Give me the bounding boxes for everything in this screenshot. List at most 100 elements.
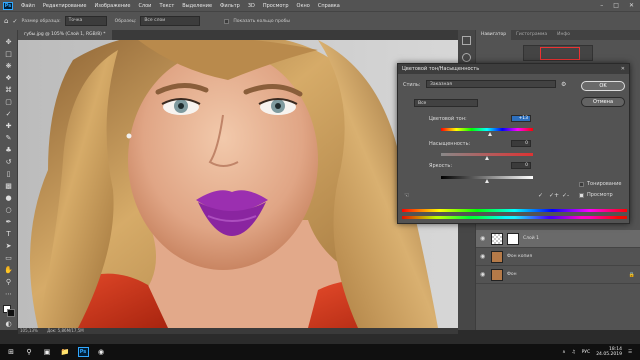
menu-file[interactable]: Файл <box>17 3 39 9</box>
healing-brush-icon[interactable]: ✚ <box>3 122 14 131</box>
navigator-thumbnail[interactable] <box>523 45 593 61</box>
zoom-tool-icon[interactable]: ⚲ <box>3 278 14 287</box>
tab-navigator[interactable]: Навигатор <box>476 30 512 40</box>
menu-help[interactable]: Справка <box>314 3 344 9</box>
search-icon[interactable]: ⚲ <box>22 345 36 359</box>
lock-icon: 🔒 <box>628 271 635 278</box>
visibility-eye-icon[interactable]: ◉ <box>480 271 487 278</box>
file-explorer-icon[interactable]: 📁 <box>58 345 72 359</box>
quick-select-tool-icon[interactable]: ❖ <box>3 74 14 83</box>
gradient-tool-icon[interactable]: ▩ <box>3 182 14 191</box>
hue-value[interactable]: +13 <box>511 115 531 122</box>
sample-select[interactable]: Все слои <box>140 16 201 26</box>
layer-row[interactable]: ◉ Фон 🔒 <box>476 266 640 284</box>
eyedropper-icon[interactable]: ✓ <box>538 192 543 199</box>
cancel-button[interactable]: Отмена <box>581 97 625 107</box>
volume-icon[interactable]: ♫ <box>572 350 576 355</box>
dodge-tool-icon[interactable]: ○ <box>3 206 14 215</box>
show-ring-checkbox[interactable] <box>224 18 230 24</box>
menu-filter[interactable]: Фильтр <box>216 3 244 9</box>
saturation-slider-thumb[interactable] <box>484 156 489 160</box>
eyedropper-minus-icon[interactable]: ✓- <box>562 192 569 199</box>
taskbar-photoshop[interactable]: Ps <box>76 345 90 359</box>
channel-select[interactable]: Все <box>414 99 478 107</box>
lasso-tool-icon[interactable]: ❋ <box>3 62 14 71</box>
browser-icon[interactable]: ◉ <box>94 345 108 359</box>
brush-tool-icon[interactable]: ✎ <box>3 134 14 143</box>
lightness-label: Яркость: <box>429 163 453 169</box>
task-view-icon[interactable]: ▣ <box>40 345 54 359</box>
history-brush-icon[interactable]: ↺ <box>3 158 14 167</box>
hue-slider-thumb[interactable] <box>488 132 493 136</box>
tray-arrow-icon[interactable]: ∧ <box>562 350 565 355</box>
visibility-eye-icon[interactable]: ◉ <box>480 253 487 260</box>
notifications-icon[interactable]: ☰ <box>628 350 632 355</box>
menu-window[interactable]: Окно <box>293 3 314 9</box>
photoshop-logo: Ps <box>3 1 13 10</box>
crop-tool-icon[interactable]: ⌘ <box>3 86 14 95</box>
preset-select[interactable]: Заказная <box>426 80 556 88</box>
eyedropper-tool-icon[interactable]: ✓ <box>12 18 17 25</box>
panel-toggle-icon[interactable] <box>462 36 471 45</box>
blur-tool-icon[interactable]: ● <box>3 194 14 203</box>
minimize-icon[interactable]: – <box>600 2 603 9</box>
menu-layers[interactable]: Слои <box>134 3 155 9</box>
frame-tool-icon[interactable]: ▢ <box>3 98 14 107</box>
visibility-eye-icon[interactable]: ◉ <box>480 235 487 242</box>
stamp-tool-icon[interactable]: ♣ <box>3 146 14 155</box>
colorize-label: Тонирование <box>587 181 622 187</box>
menu-edit[interactable]: Редактирование <box>39 3 91 9</box>
layer-mask-thumb[interactable] <box>507 232 519 245</box>
color-swatches[interactable] <box>2 305 15 317</box>
layer-name[interactable]: Фон копия <box>507 254 532 259</box>
move-tool-icon[interactable]: ✥ <box>3 38 14 47</box>
home-icon[interactable]: ⌂ <box>4 17 8 25</box>
tab-histogram[interactable]: Гистограмма <box>511 30 552 40</box>
sample-size-select[interactable]: Точка <box>64 16 107 26</box>
more-tools-icon[interactable]: ⋯ <box>3 290 14 299</box>
layer-row[interactable]: ◉ Фон копия <box>476 248 640 266</box>
input-color-bar <box>402 209 627 212</box>
eraser-tool-icon[interactable]: ▯ <box>3 170 14 179</box>
layer-name[interactable]: Слой 1 <box>523 236 539 241</box>
keyboard-language[interactable]: РУС <box>582 350 591 355</box>
preview-checkbox[interactable] <box>579 193 584 198</box>
preset-gear-icon[interactable]: ⚙ <box>561 81 566 88</box>
eyedropper-plus-icon[interactable]: ✓+ <box>549 192 559 199</box>
document-tab[interactable]: губы.jpg @ 105% (Слой 1, RGB/8) * <box>18 30 112 40</box>
saturation-value[interactable]: 0 <box>511 140 531 147</box>
ok-button[interactable]: OK <box>581 81 625 91</box>
marquee-tool-icon[interactable]: □ <box>3 50 14 59</box>
clock[interactable]: 18:14 24.05.2019 <box>596 347 622 357</box>
menu-3d[interactable]: 3D <box>244 3 259 9</box>
close-icon[interactable]: ✕ <box>621 66 625 72</box>
eyedropper-icon[interactable]: ✓ <box>3 110 14 119</box>
menu-text[interactable]: Текст <box>155 3 178 9</box>
menu-select[interactable]: Выделение <box>178 3 216 9</box>
pen-tool-icon[interactable]: ✒ <box>3 218 14 227</box>
menu-view[interactable]: Просмотр <box>259 3 293 9</box>
quick-mask-icon[interactable]: ◐ <box>3 320 14 329</box>
lightness-value[interactable]: 0 <box>511 162 531 169</box>
canvas-area[interactable] <box>18 40 458 328</box>
maximize-icon[interactable]: □ <box>613 2 619 9</box>
navigator-view-box[interactable] <box>540 47 580 60</box>
close-window-icon[interactable]: ✕ <box>629 2 634 9</box>
lightness-slider-thumb[interactable] <box>484 179 489 183</box>
background-color[interactable] <box>6 309 15 317</box>
colorize-checkbox[interactable] <box>579 182 584 187</box>
target-adjust-icon[interactable]: ☜ <box>404 192 409 199</box>
shape-tool-icon[interactable]: ▭ <box>3 254 14 263</box>
menu-image[interactable]: Изображение <box>90 3 134 9</box>
type-tool-icon[interactable]: T <box>3 230 14 239</box>
path-select-icon[interactable]: ➤ <box>3 242 14 251</box>
tab-info[interactable]: Инфо <box>552 30 575 40</box>
history-panel-icon[interactable] <box>462 53 471 62</box>
windows-start-icon[interactable]: ⊞ <box>4 345 18 359</box>
dialog-titlebar[interactable]: Цветовой тон/Насыщенность ✕ <box>398 64 629 74</box>
layer-name[interactable]: Фон <box>507 272 517 277</box>
hand-tool-icon[interactable]: ✋ <box>3 266 14 275</box>
hue-slider-track[interactable] <box>441 128 533 131</box>
layer-row[interactable]: ◉ Слой 1 <box>476 230 640 248</box>
zoom-level[interactable]: 105,13% <box>20 328 38 333</box>
